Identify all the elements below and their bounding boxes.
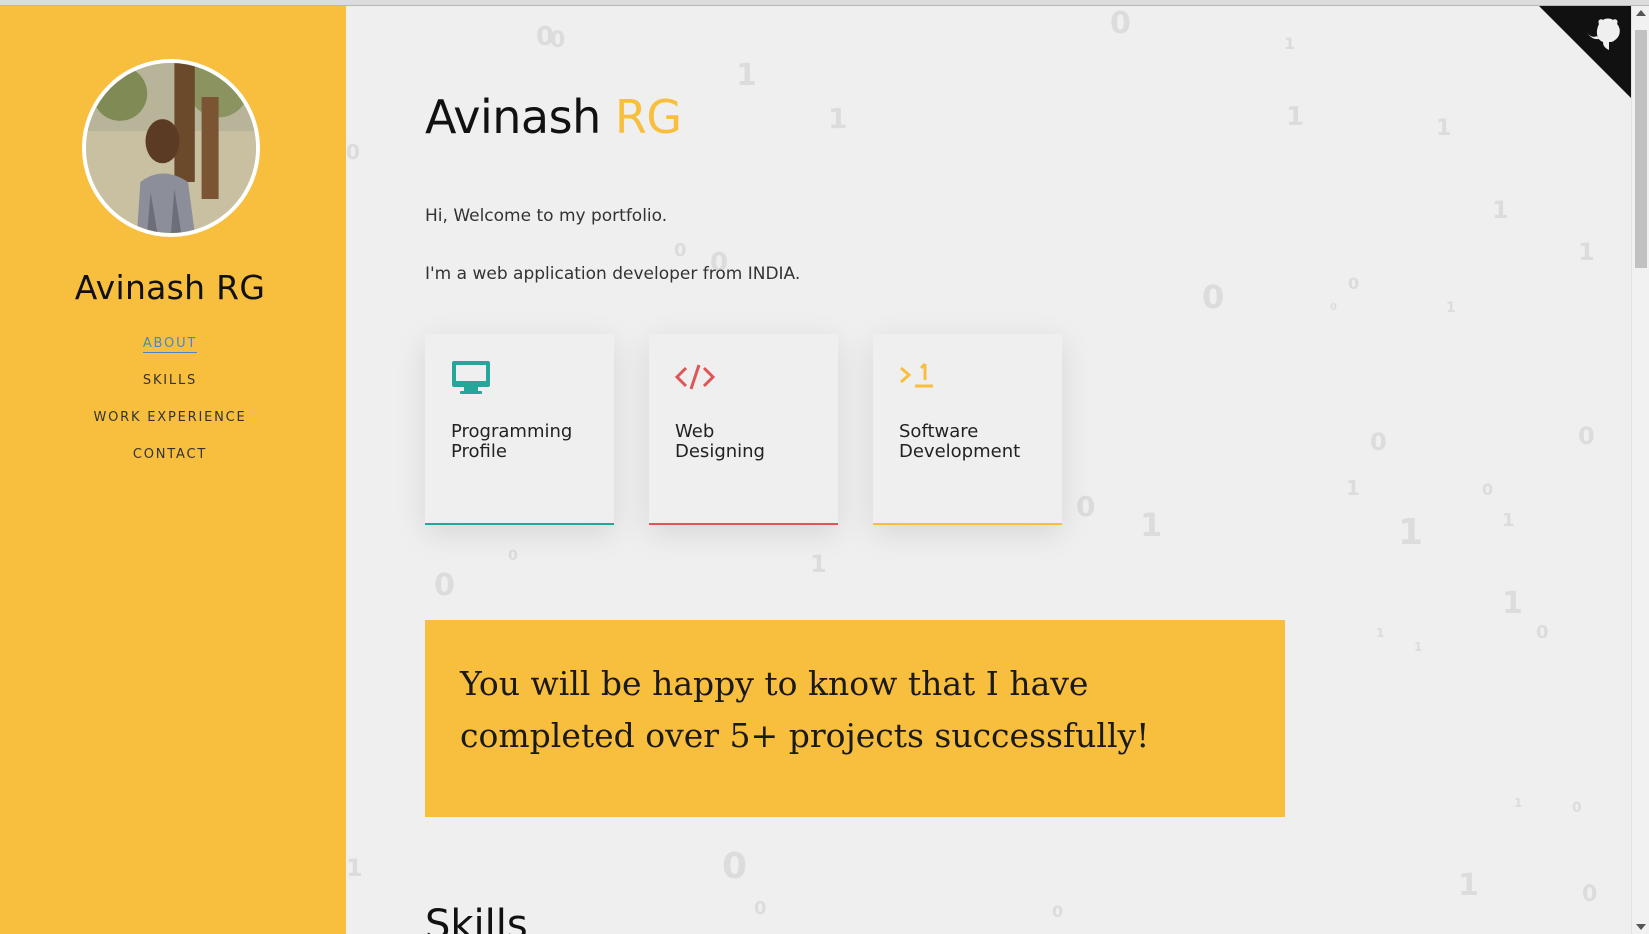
page-title-first: Avinash — [425, 90, 601, 144]
scroll-up-arrow-icon[interactable] — [1636, 10, 1646, 16]
card-label: Programming Profile — [451, 421, 573, 462]
card-label: Software Development — [899, 421, 1021, 462]
banner-text: You will be happy to know that I have co… — [460, 664, 1150, 755]
card-label: Web Designing — [675, 421, 765, 462]
nav-skills[interactable]: SKILLS — [143, 371, 197, 390]
card-accent-bar — [649, 523, 838, 525]
page-title: Avinash RG — [425, 90, 682, 144]
nav-work-experience[interactable]: WORK EXPERIENCE — [93, 408, 246, 427]
intro-welcome: Hi, Welcome to my portfolio. — [425, 206, 668, 226]
vertical-scrollbar[interactable] — [1631, 6, 1649, 934]
sidebar-name: Avinash RG — [74, 268, 266, 307]
monitor-icon — [452, 361, 490, 394]
code-icon — [675, 364, 715, 390]
card-programming-profile[interactable]: Programming Profile — [425, 334, 614, 525]
skills-heading: Skills — [425, 902, 528, 934]
intro-developer: I'm a web application developer from IND… — [425, 264, 801, 284]
scroll-thumb[interactable] — [1635, 30, 1647, 268]
projects-banner: You will be happy to know that I have co… — [425, 620, 1285, 817]
page-title-accent: RG — [614, 90, 682, 144]
card-accent-bar — [425, 523, 614, 525]
terminal-icon — [900, 362, 933, 388]
main-content: 0 0 1 0 1 0 1 1 1 1 1 0 0 0 0 0 1 1 0 0 … — [346, 6, 1631, 934]
sidebar-nav: ABOUT SKILLS WORK EXPERIENCE CONTACT — [0, 334, 340, 482]
card-accent-bar — [873, 523, 1062, 525]
card-software-development[interactable]: Software Development — [873, 334, 1062, 525]
nav-about[interactable]: ABOUT — [142, 334, 198, 353]
scroll-down-arrow-icon[interactable] — [1636, 924, 1646, 930]
github-octocat-icon[interactable] — [1539, 6, 1631, 98]
nav-contact[interactable]: CONTACT — [133, 445, 207, 464]
sidebar: Avinash RG ABOUT SKILLS WORK EXPERIENCE … — [0, 6, 346, 934]
avatar — [82, 59, 260, 237]
card-web-designing[interactable]: Web Designing — [649, 334, 838, 525]
